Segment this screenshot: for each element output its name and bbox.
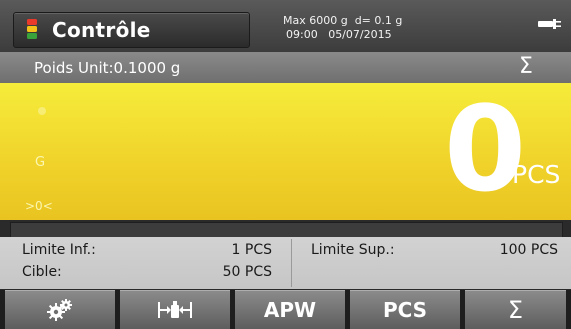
date-time: 09:00 05/07/2015	[286, 28, 392, 41]
center-of-zero-indicator: >0<	[25, 199, 53, 213]
capacity-readout: Max 6000 g d= 0.1 g	[283, 14, 403, 27]
target-label: Cible:	[22, 264, 62, 280]
gross-indicator: G	[35, 155, 46, 170]
limits-panel: Limite Inf.: 1 PCS Cible: 50 PCS Limite …	[0, 237, 571, 289]
tare-icon	[158, 300, 192, 318]
ac-power-icon	[538, 19, 561, 29]
accumulation-indicator: Σ	[519, 54, 533, 79]
mode-selector-button[interactable]: Contrôle	[13, 12, 250, 48]
mode-title: Contrôle	[52, 18, 151, 42]
upper-limit-value: 100 PCS	[499, 242, 558, 258]
tare-button[interactable]	[120, 290, 230, 329]
target-value: 50 PCS	[222, 264, 272, 280]
title-bar: Contrôle Max 6000 g d= 0.1 g 09:00 05/07…	[0, 0, 571, 52]
stability-indicator	[38, 107, 46, 115]
info-row: Poids Unit:0.1000 g Σ	[0, 52, 571, 83]
gears-icon	[47, 298, 72, 321]
settings-button[interactable]	[5, 290, 115, 329]
lower-limit-value: 1 PCS	[231, 242, 272, 258]
apw-button[interactable]: APW	[235, 290, 345, 329]
limits-divider	[291, 239, 292, 287]
softkey-bar: APW PCS Σ	[0, 290, 571, 329]
checkweigh-traffic-light-icon	[27, 19, 37, 39]
unit-weight-readout: Poids Unit:0.1000 g	[34, 59, 181, 77]
upper-limit-label: Limite Sup.:	[311, 242, 395, 258]
pcs-button[interactable]: PCS	[350, 290, 460, 329]
count-value: 0	[444, 80, 527, 218]
checkweigh-progress-bar	[10, 222, 563, 238]
count-unit: PCS	[512, 160, 561, 189]
accumulate-button[interactable]: Σ	[465, 290, 566, 329]
weight-display: G >0< 0 PCS	[0, 83, 571, 220]
lower-limit-label: Limite Inf.:	[22, 242, 96, 258]
